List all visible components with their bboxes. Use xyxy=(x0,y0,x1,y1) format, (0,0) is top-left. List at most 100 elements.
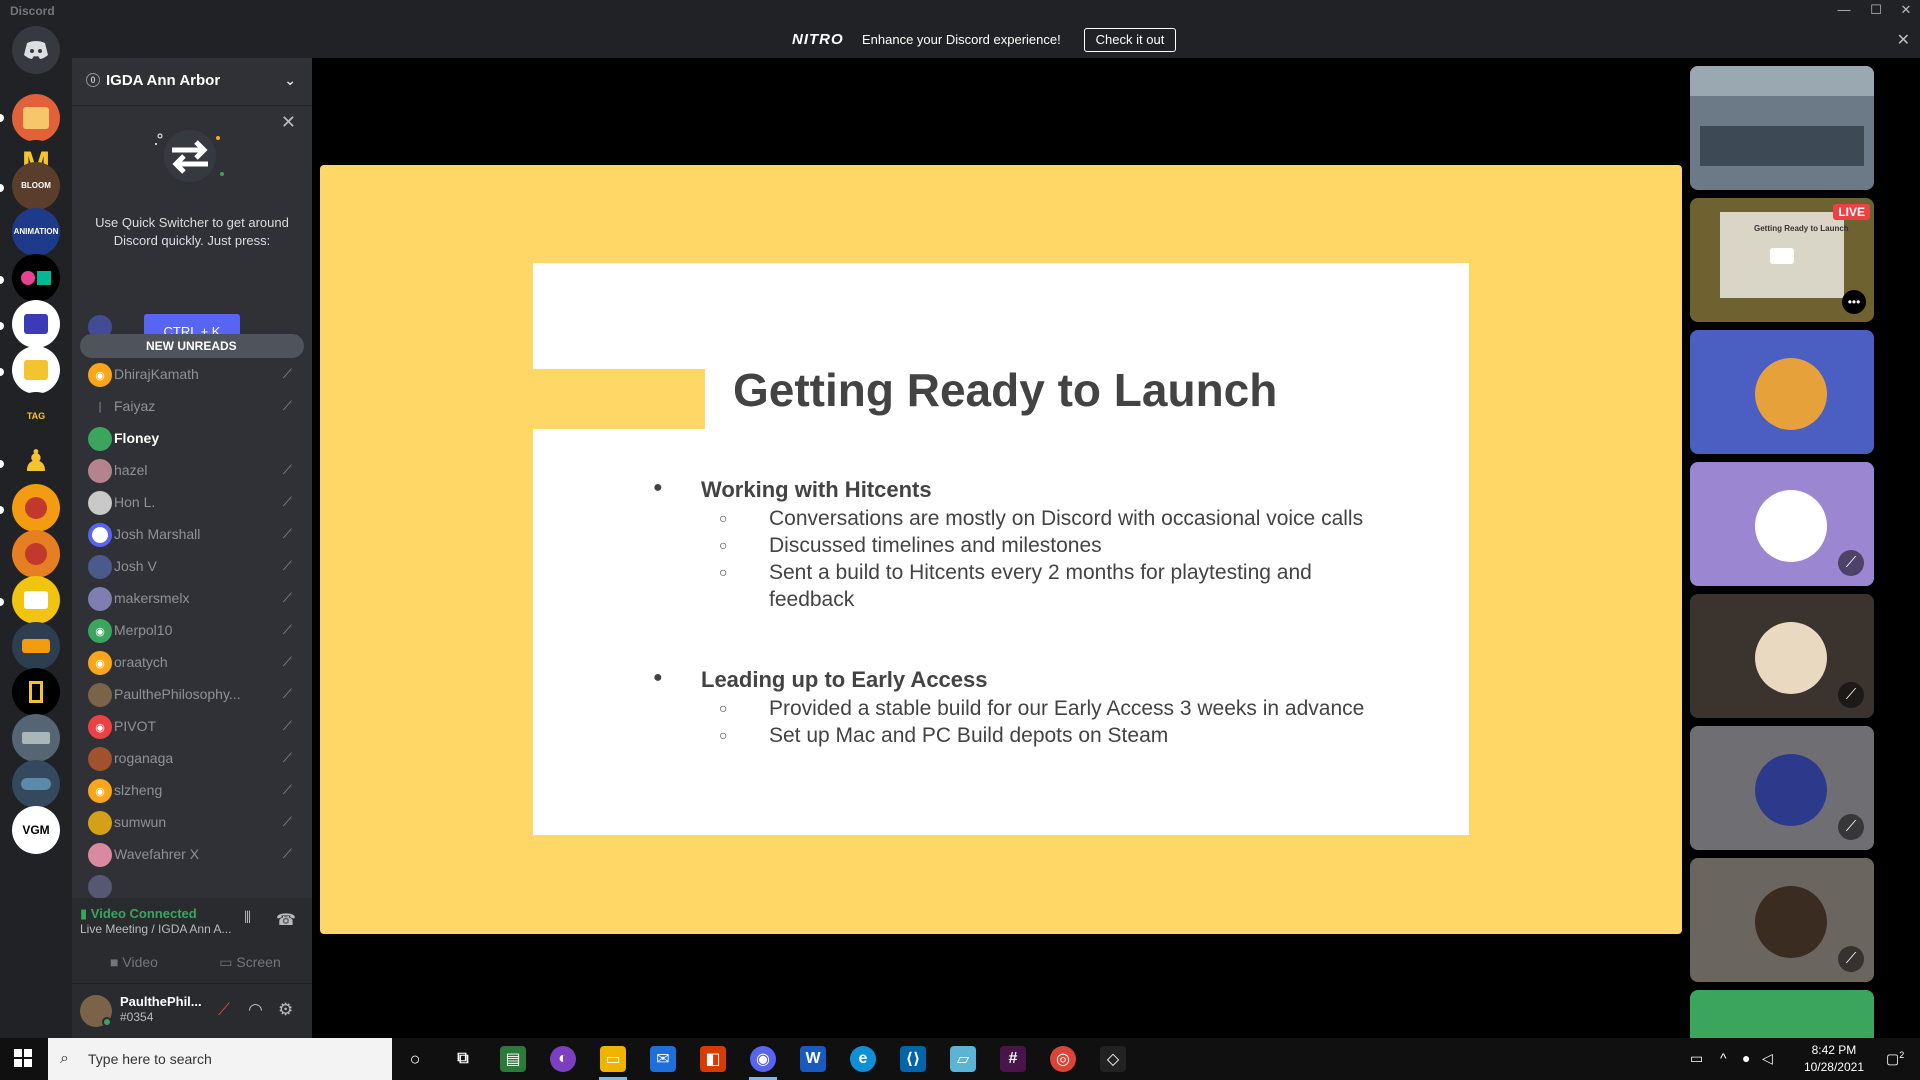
list-item[interactable]: roganaga ⟋ xyxy=(80,742,304,774)
server-icon-9[interactable]: ♟ xyxy=(12,438,60,486)
headphones-icon[interactable]: ◠ xyxy=(248,1000,263,1020)
list-item[interactable]: Wavefahrer X ⟋ xyxy=(80,838,304,870)
store-icon[interactable]: ▤ xyxy=(500,1046,526,1072)
disconnect-icon[interactable]: ☎ xyxy=(276,910,296,930)
mic-muted-icon: ⟋ xyxy=(282,494,292,509)
video-tile-participant[interactable] xyxy=(1690,330,1874,454)
list-item[interactable]: PaulthePhilosophy... ⟋ xyxy=(80,678,304,710)
server-icon-4[interactable]: ANIMATION xyxy=(12,208,60,256)
list-item[interactable]: | Faiyaz ⟋ xyxy=(80,390,304,422)
server-icon-8[interactable]: TAG xyxy=(12,392,60,440)
server-icon-6[interactable] xyxy=(12,300,60,348)
word-icon[interactable]: W xyxy=(800,1046,826,1072)
notification-icon[interactable]: ▢2 xyxy=(1886,1050,1904,1068)
chevron-down-icon[interactable]: ⌄ xyxy=(284,72,296,89)
edge-icon[interactable]: e xyxy=(850,1046,876,1072)
window-titlebar: Discord — ☐ ✕ xyxy=(0,0,1920,22)
clock[interactable]: 8:42 PM 10/28/2021 xyxy=(1804,1042,1864,1076)
list-item[interactable]: Josh Marshall ⟋ xyxy=(80,518,304,550)
voice-channel-name[interactable]: Live Meeting / IGDA Ann A... xyxy=(80,922,240,936)
slide-section: Leading up to Early Access Provided a st… xyxy=(653,667,1393,749)
avatar xyxy=(88,587,112,611)
keyboard-icon[interactable]: ▭ xyxy=(1690,1050,1703,1067)
cortana-icon[interactable]: ○ xyxy=(402,1046,428,1072)
close-icon[interactable]: ✕ xyxy=(1897,30,1910,50)
unity-icon[interactable]: ◇ xyxy=(1100,1046,1126,1072)
file-explorer-icon[interactable]: ▭ xyxy=(600,1046,626,1072)
video-tile-participant[interactable]: ⟋ xyxy=(1690,594,1874,718)
server-icon-10[interactable] xyxy=(12,484,60,532)
server-icon-13[interactable] xyxy=(12,622,60,670)
voice-connection-panel: ▮ Video Connected Live Meeting / IGDA An… xyxy=(72,898,312,984)
video-tile-participant[interactable] xyxy=(1690,990,1874,1038)
video-tile-classroom[interactable] xyxy=(1690,66,1874,190)
mic-muted-icon: ⟋ xyxy=(282,622,292,637)
live-badge: LIVE xyxy=(1833,204,1870,220)
chevron-up-icon[interactable]: ^ xyxy=(1720,1050,1727,1066)
list-item[interactable] xyxy=(80,870,304,898)
close-window-button[interactable]: ✕ xyxy=(1896,2,1916,18)
windows-start-icon[interactable] xyxy=(14,1049,32,1067)
list-item[interactable]: hazel ⟋ xyxy=(80,454,304,486)
avatar xyxy=(88,427,112,451)
task-view-icon[interactable]: ⧉ xyxy=(450,1046,476,1072)
list-item[interactable]: Floney xyxy=(80,422,304,454)
list-item[interactable]: sumwun ⟋ xyxy=(80,806,304,838)
volume-icon[interactable]: ◁ xyxy=(1762,1050,1773,1067)
vscode-icon[interactable]: ⟨⟩ xyxy=(900,1046,926,1072)
app-icon[interactable]: ▱ xyxy=(950,1046,976,1072)
server-icon-5[interactable] xyxy=(12,254,60,302)
chrome-icon[interactable]: ◎ xyxy=(1050,1046,1076,1072)
server-icon-14[interactable] xyxy=(12,668,60,716)
minimize-button[interactable]: — xyxy=(1834,2,1854,17)
microphone-icon[interactable]: ● xyxy=(1742,1050,1750,1066)
server-icon-7[interactable] xyxy=(12,346,60,394)
server-icon-15[interactable] xyxy=(12,714,60,762)
mic-muted-icon[interactable]: ⟋ xyxy=(218,1000,230,1020)
clock-date: 10/28/2021 xyxy=(1803,1060,1864,1074)
title-accent-bar xyxy=(533,369,705,429)
mail-icon[interactable]: ✉ xyxy=(650,1046,676,1072)
server-icon-16[interactable] xyxy=(12,760,60,808)
nitro-logo: NITRO xyxy=(792,31,844,48)
list-item[interactable]: Hon L. ⟋ xyxy=(80,486,304,518)
avatar: ◉ xyxy=(88,619,112,643)
mic-muted-icon: ⟋ xyxy=(282,686,292,701)
taskbar-search-box[interactable]: ⌕ Type here to search xyxy=(48,1038,392,1080)
screen-share-button[interactable]: ▭ Screen xyxy=(196,946,304,978)
server-icon-12[interactable] xyxy=(12,576,60,624)
video-tile-participant[interactable]: ⟋ xyxy=(1690,462,1874,586)
list-item[interactable]: ◉ slzheng ⟋ xyxy=(80,774,304,806)
server-header[interactable]: 0 IGDA Ann Arbor ⌄ xyxy=(72,58,312,106)
server-icon-3[interactable]: BLOOM xyxy=(12,162,60,210)
mic-muted-icon: ⟋ xyxy=(282,654,292,669)
list-item[interactable]: ◉ Merpol10 ⟋ xyxy=(80,614,304,646)
discord-home-button[interactable] xyxy=(12,26,60,74)
video-stage[interactable]: Getting Ready to Launch Working with Hit… xyxy=(312,58,1682,1038)
list-item[interactable]: ◉ PIVOT ⟋ xyxy=(80,710,304,742)
more-options-icon[interactable]: ••• xyxy=(1842,290,1866,314)
gear-icon[interactable]: ⚙ xyxy=(278,1000,293,1020)
new-unreads-pill[interactable]: NEW UNREADS xyxy=(80,334,304,358)
list-item[interactable]: makersmelx ⟋ xyxy=(80,582,304,614)
maximize-button[interactable]: ☐ xyxy=(1866,2,1886,18)
list-item[interactable]: ◉ DhirajKamath ⟋ xyxy=(80,358,304,390)
server-icon-17[interactable]: VGM xyxy=(12,806,60,854)
list-item[interactable]: Josh V ⟋ xyxy=(80,550,304,582)
member-name: roganaga xyxy=(114,750,174,766)
noise-suppression-icon[interactable]: ⦀ xyxy=(244,910,251,928)
mini-slide-title: Getting Ready to Launch xyxy=(1754,224,1849,233)
slack-icon[interactable]: # xyxy=(1000,1046,1026,1072)
server-icon-1[interactable] xyxy=(12,94,60,142)
video-tile-participant[interactable]: ⟋ xyxy=(1690,858,1874,982)
video-tile-screenshare[interactable]: Getting Ready to Launch LIVE ••• xyxy=(1690,198,1874,322)
check-it-out-button[interactable]: Check it out xyxy=(1084,28,1176,52)
video-button[interactable]: ■ Video xyxy=(80,946,188,978)
discord-taskbar-icon[interactable]: ◉ xyxy=(750,1046,776,1072)
office-icon[interactable]: ◧ xyxy=(700,1046,726,1072)
server-icon-11[interactable] xyxy=(12,530,60,578)
close-icon[interactable]: ✕ xyxy=(281,112,296,133)
github-desktop-icon[interactable]: ◐ xyxy=(550,1046,576,1072)
list-item[interactable]: ◉ oraatych ⟋ xyxy=(80,646,304,678)
video-tile-participant[interactable]: ⟋ xyxy=(1690,726,1874,850)
